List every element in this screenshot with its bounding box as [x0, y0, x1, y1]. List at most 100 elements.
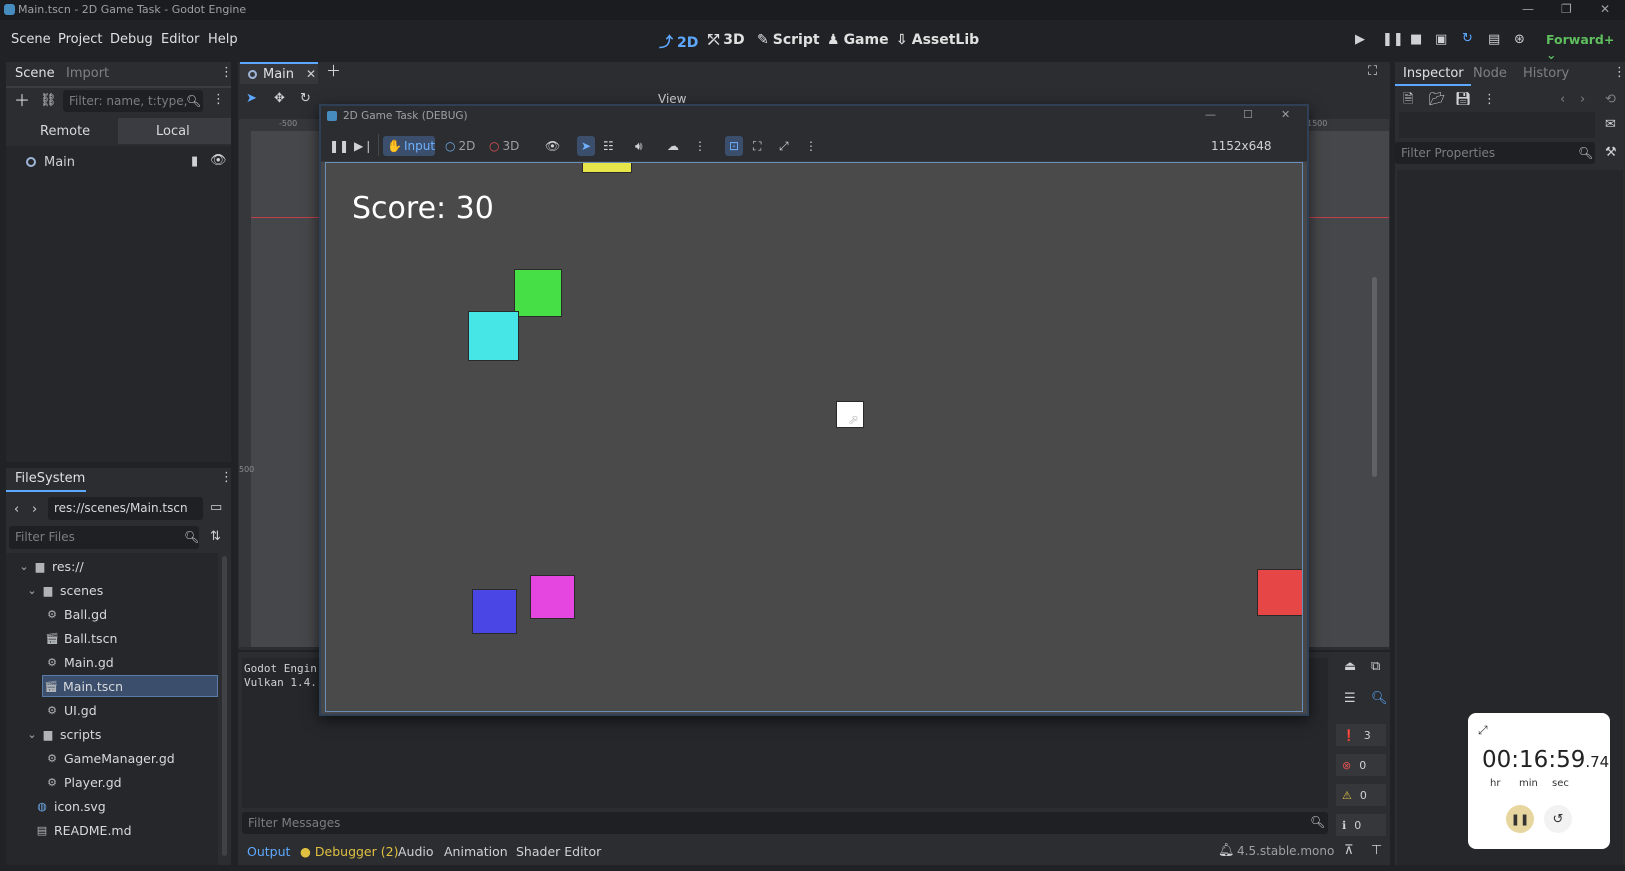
tab-inspector[interactable]: Inspector	[1403, 66, 1464, 81]
workspace-3d[interactable]: ⤱ 3D	[708, 32, 745, 48]
renderer-select[interactable]: Forward+ ⌄	[1546, 32, 1625, 62]
play-scene-icon[interactable]: ▤	[1488, 33, 1500, 46]
scene-options-icon[interactable]: ⋮	[212, 93, 225, 106]
counter-info[interactable]: ℹ 0	[1336, 814, 1386, 836]
local-tab[interactable]: Local	[118, 118, 231, 144]
game-maximize-icon[interactable]: ☐	[1243, 108, 1253, 121]
scene-tree-root[interactable]: Main	[26, 152, 75, 172]
fixed-size-icon[interactable]: ⊡	[725, 136, 743, 156]
scene-filter-input[interactable]: Filter: name, t:type,	[63, 90, 203, 112]
keep-aspect-icon[interactable]: ⛶	[753, 136, 761, 156]
tab-main[interactable]: Main ✕	[240, 62, 318, 84]
history-back-icon[interactable]: ‹	[1560, 93, 1565, 106]
distraction-free-icon[interactable]: ⛶	[1368, 65, 1377, 78]
menu-editor[interactable]: Editor	[161, 32, 199, 47]
menu-project[interactable]: Project	[58, 32, 102, 47]
tab-scene[interactable]: Scene	[15, 66, 55, 81]
game-minimize-icon[interactable]: —	[1205, 108, 1216, 121]
menu-scene[interactable]: Scene	[11, 32, 51, 47]
counter-warnings[interactable]: ⚠ 0	[1336, 784, 1386, 806]
rotate-tool-icon[interactable]: ↻	[300, 92, 311, 105]
game-close-icon[interactable]: ✕	[1281, 108, 1290, 121]
fs-item[interactable]: ◍ icon.svg	[6, 795, 218, 817]
fs-item[interactable]: ⌄ ▆ scripts	[6, 723, 218, 745]
fs-item[interactable]: ⌄ ▆ scenes	[6, 579, 218, 601]
forward-icon[interactable]: ›	[32, 503, 37, 516]
search-log-icon[interactable]: 🔍︎	[1371, 692, 1388, 705]
fs-item[interactable]: ⌄ ▆ res://	[6, 555, 218, 577]
menu-debug[interactable]: Debug	[110, 32, 153, 47]
tab-import[interactable]: Import	[66, 66, 109, 81]
remote-debug-icon[interactable]: ▣	[1435, 33, 1447, 46]
close-window-icon[interactable]: ✕	[1600, 2, 1610, 16]
embed-options-icon[interactable]: ⋮	[805, 136, 817, 156]
menu-help[interactable]: Help	[208, 32, 238, 47]
clear-output-icon[interactable]: ⏏	[1344, 660, 1356, 673]
object-history-icon[interactable]: ⟲	[1605, 93, 1616, 106]
tab-animation[interactable]: Animation	[444, 844, 508, 859]
expand-icon[interactable]: ⤢	[1478, 723, 1488, 738]
minimize-icon[interactable]: —	[1522, 2, 1534, 16]
remote-tab[interactable]: Remote	[6, 118, 116, 144]
save-resource-icon[interactable]: 💾︎	[1455, 93, 1472, 106]
tab-debugger[interactable]: ● Debugger (2)	[300, 844, 398, 859]
select-mode-icon[interactable]: ➤	[577, 136, 595, 156]
fs-item[interactable]: ⚙ Player.gd	[6, 771, 218, 793]
visibility-icon[interactable]: 👁︎	[210, 154, 227, 167]
pin-icon[interactable]: ⊼	[1344, 844, 1354, 857]
collapse-icon[interactable]: ☰	[1344, 692, 1356, 705]
tab-node[interactable]: Node	[1473, 66, 1507, 81]
dock-menu-icon[interactable]: ⋮	[220, 66, 233, 79]
tab-history[interactable]: History	[1523, 66, 1569, 81]
property-settings-icon[interactable]: ⚒	[1605, 146, 1617, 159]
stopwatch-pause-button[interactable]: ❚❚	[1506, 805, 1534, 833]
new-resource-icon[interactable]: 🗎	[1403, 93, 1413, 106]
resource-options-icon[interactable]: ⋮	[1483, 93, 1496, 106]
game-canvas[interactable]: Score: 30 ➚	[325, 162, 1303, 712]
list-select-icon[interactable]: ☷	[603, 136, 614, 156]
fs-item[interactable]: ⚙ GameManager.gd	[6, 747, 218, 769]
workspace-game[interactable]: ♟ Game	[827, 32, 889, 48]
next-frame-icon[interactable]: ▶❘	[354, 136, 373, 156]
pause-icon[interactable]: ❚❚	[1382, 33, 1404, 46]
back-icon[interactable]: ‹	[14, 503, 19, 516]
fs-menu-icon[interactable]: ⋮	[220, 471, 233, 484]
fs-item[interactable]: ⚙ Main.gd	[6, 651, 218, 673]
tab-shader-editor[interactable]: Shader Editor	[516, 844, 601, 859]
stopwatch-reset-button[interactable]: ↺	[1544, 805, 1572, 833]
fs-item-selected[interactable]: 🎬︎ Main.tscn	[42, 675, 218, 697]
workspace-assetlib[interactable]: ⇩ AssetLib	[896, 32, 979, 48]
restore-icon[interactable]: ❐	[1561, 2, 1572, 16]
close-tab-icon[interactable]: ✕	[306, 67, 316, 81]
3d-select-toggle[interactable]: ○ 3D	[489, 136, 519, 156]
workspace-script[interactable]: ✎ Script	[757, 32, 820, 48]
stretch-icon[interactable]: ⤢	[779, 136, 789, 156]
fs-scrollbar[interactable]	[222, 556, 227, 856]
2d-select-toggle[interactable]: ○ 2D	[445, 136, 475, 156]
filter-messages-input[interactable]: Filter Messages	[242, 812, 1328, 834]
viewport-scrollbar[interactable]	[1372, 277, 1377, 477]
split-view-icon[interactable]: ▭	[210, 501, 222, 514]
fs-filter-input[interactable]: Filter Files	[9, 526, 199, 549]
fs-path-field[interactable]: res://scenes/Main.tscn	[48, 497, 203, 520]
counter-messages[interactable]: ❗ 3	[1336, 724, 1386, 746]
expand-panel-icon[interactable]: ⊤	[1371, 844, 1382, 857]
open-resource-icon[interactable]: 📂︎	[1429, 93, 1446, 106]
inspector-menu-icon[interactable]: ⋮	[1613, 66, 1625, 79]
select-tool-icon[interactable]: ➤	[246, 92, 257, 105]
suspend-icon[interactable]: ❚❚	[329, 136, 349, 156]
fs-item[interactable]: ▤ README.md	[6, 819, 218, 841]
play-icon[interactable]: ▶	[1355, 33, 1365, 46]
add-node-icon[interactable]: ＋	[14, 93, 30, 109]
workspace-2d[interactable]: ⤴ 2D	[659, 32, 698, 52]
filter-properties-input[interactable]: Filter Properties	[1395, 142, 1595, 164]
counter-errors[interactable]: ⊗ 0	[1336, 754, 1386, 776]
script-attached-icon[interactable]: ▮	[191, 155, 198, 168]
fs-item[interactable]: ⚙ UI.gd	[6, 699, 218, 721]
add-tab-icon[interactable]: ＋	[326, 64, 341, 79]
camera-override-icon[interactable]: ☁	[667, 136, 679, 156]
fs-item[interactable]: 🎬︎ Ball.tscn	[6, 627, 218, 649]
movie-icon[interactable]: ⊛	[1514, 33, 1525, 46]
audio-icon[interactable]: 🔊︎	[635, 136, 643, 156]
visibility-toggle-icon[interactable]: 👁︎	[545, 136, 560, 156]
